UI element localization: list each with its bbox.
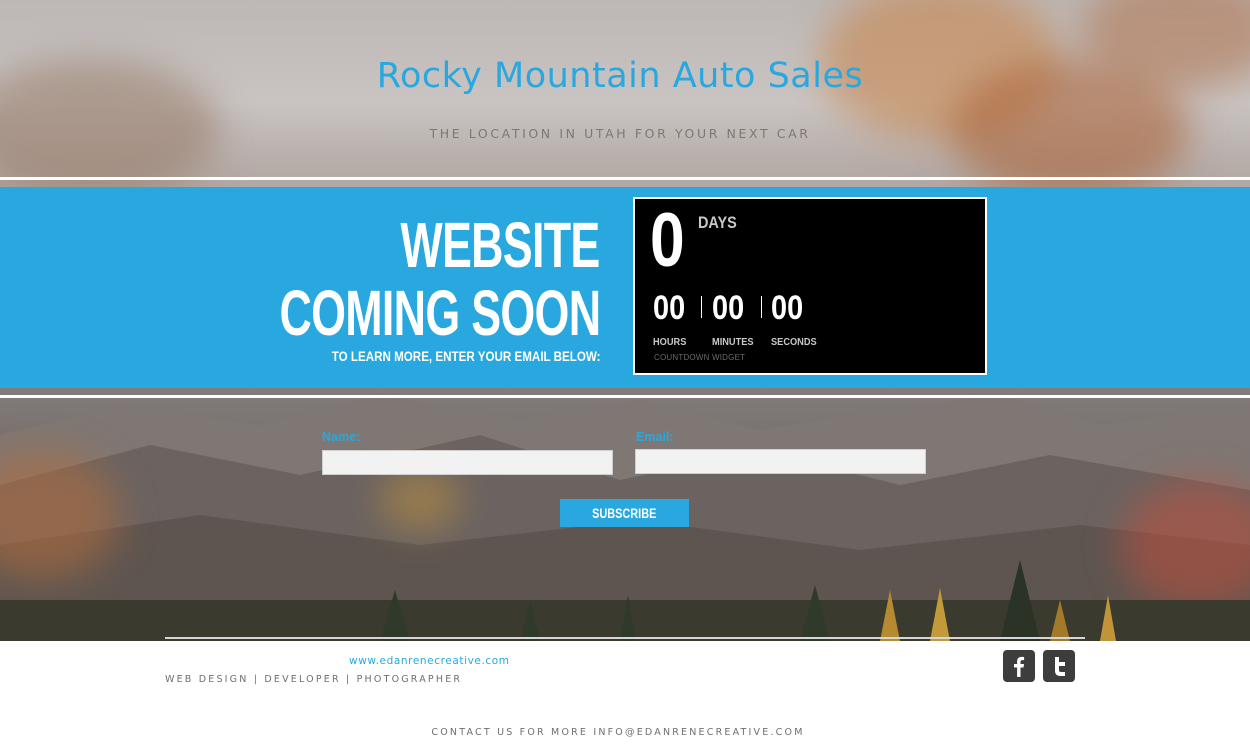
footer-services: WEB DESIGN | DEVELOPER | PHOTOGRAPHER: [165, 674, 463, 685]
countdown-seconds-value: 00: [771, 289, 804, 327]
countdown-days-label: DAYS: [698, 213, 737, 232]
email-label: Email:: [636, 430, 674, 444]
countdown-minutes-label: MINUTES: [712, 336, 754, 348]
countdown-minutes-value: 00: [712, 289, 745, 327]
countdown-minutes: 00 MINUTES: [712, 291, 772, 348]
countdown-credit: COUNTDOWN WIDGET: [654, 353, 746, 362]
countdown-hours: 00 HOURS: [653, 291, 713, 348]
subscribe-button-label: SUBSCRIBE: [592, 505, 657, 521]
subscribe-button[interactable]: SUBSCRIBE: [560, 499, 689, 527]
coming-soon-subline: TO LEARN MORE, ENTER YOUR EMAIL BELOW:: [332, 349, 601, 364]
countdown-hours-label: HOURS: [653, 336, 687, 348]
email-input[interactable]: [635, 449, 926, 474]
countdown-seconds: 00 SECONDS: [771, 291, 831, 348]
footer-website-link[interactable]: www.edanrenecreative.com: [349, 655, 510, 667]
site-tagline: THE LOCATION IN UTAH FOR YOUR NEXT CAR: [429, 126, 811, 141]
countdown-separator: [701, 296, 702, 318]
countdown-separator: [761, 296, 762, 318]
coming-soon-line2: COMING SOON: [279, 277, 601, 349]
divider-bottom: [0, 395, 1250, 398]
facebook-icon: [1014, 656, 1025, 677]
footer-divider: [165, 637, 1085, 639]
footer-contact: CONTACT US FOR MORE INFO@EDANRENECREATIV…: [431, 727, 805, 738]
twitter-icon: [1055, 657, 1065, 676]
countdown-seconds-label: SECONDS: [771, 336, 817, 348]
coming-soon-band: [0, 187, 1250, 388]
countdown-widget: 0 DAYS 00 HOURS 00 MINUTES 00 SECONDS CO…: [633, 197, 987, 375]
twitter-button[interactable]: [1043, 650, 1075, 682]
name-label: Name:: [322, 430, 361, 444]
name-input[interactable]: [322, 450, 613, 475]
site-title: Rocky Mountain Auto Sales: [376, 56, 864, 96]
divider-top: [0, 177, 1250, 180]
countdown-hours-value: 00: [653, 289, 686, 327]
coming-soon-line1: WEBSITE: [400, 209, 601, 281]
countdown-days-value: 0: [650, 198, 685, 283]
facebook-button[interactable]: [1003, 650, 1035, 682]
